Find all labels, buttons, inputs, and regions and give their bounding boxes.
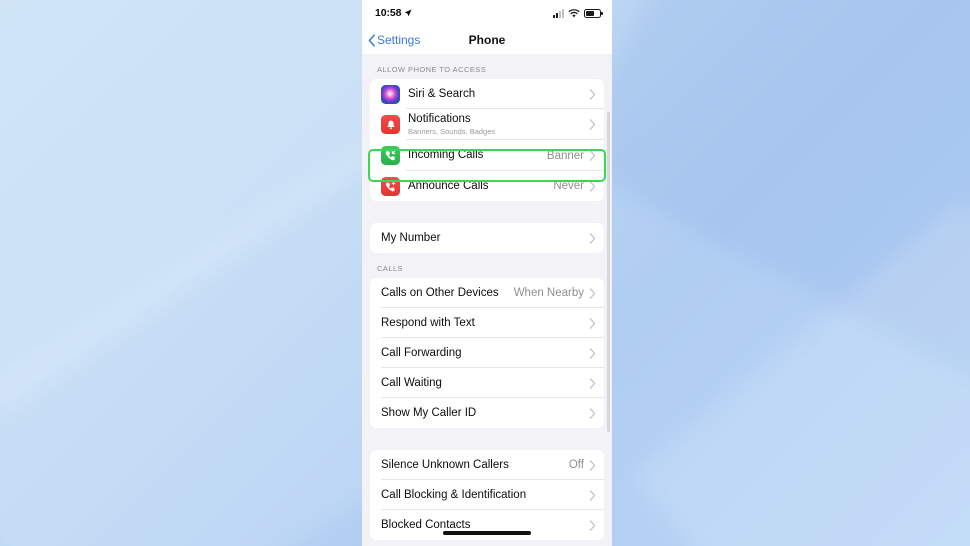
settings-row-blocked-contacts[interactable]: Blocked Contacts (370, 510, 604, 540)
settings-group-my-number: My Number (370, 223, 604, 253)
scrollbar-thumb[interactable] (607, 112, 610, 432)
scrollbar-track[interactable] (607, 54, 611, 546)
settings-row-call-blocking-and-identification[interactable]: Call Blocking & Identification (370, 480, 604, 510)
chevron-left-icon (368, 33, 375, 47)
chevron-right-icon (589, 119, 596, 130)
settings-row-value: Never (553, 180, 584, 192)
location-arrow-icon (404, 9, 412, 17)
settings-group-allow-access: Siri & Search Notifications Banners, Sou… (370, 79, 604, 201)
section-header-calls: CALLS (377, 264, 404, 273)
siri-icon (381, 84, 400, 104)
settings-row-label: Silence Unknown Callers (381, 458, 509, 471)
settings-row-label: Notifications Banners, Sounds, Badges (408, 112, 589, 136)
settings-row-label: Siri & Search (408, 87, 476, 100)
phone-screen-panel: 10:58 Settings Phone ALLOW PHONE TO ACCE… (362, 0, 612, 546)
status-bar-right (553, 8, 603, 18)
chevron-right-icon (589, 317, 596, 329)
chevron-right-icon (589, 232, 596, 244)
status-bar: 10:58 (362, 0, 612, 26)
navigation-bar: Settings Phone (362, 26, 612, 54)
settings-row-calls-on-other-devices[interactable]: Calls on Other Devices When Nearby (370, 278, 604, 308)
wifi-icon (568, 8, 580, 17)
chevron-right-icon (589, 489, 596, 501)
settings-row-silence-unknown-callers[interactable]: Silence Unknown Callers Off (370, 450, 604, 480)
chevron-right-icon (589, 88, 596, 100)
notifications-bell-icon (381, 115, 400, 134)
incoming-call-icon (381, 146, 400, 165)
settings-row-label: Calls on Other Devices (381, 286, 499, 299)
settings-row-respond-with-text[interactable]: Respond with Text (370, 308, 604, 338)
settings-group-blocking: Silence Unknown Callers Off Call Blockin… (370, 450, 604, 540)
chevron-right-icon (589, 180, 596, 192)
chevron-right-icon (589, 347, 596, 359)
chevron-right-icon (589, 459, 596, 471)
section-header-allow-phone-to-access: ALLOW PHONE TO ACCESS (377, 65, 487, 74)
settings-row-incoming-calls[interactable]: Incoming Calls Banner (370, 140, 604, 171)
settings-row-label: Show My Caller ID (381, 406, 477, 419)
settings-row-title: Notifications (408, 113, 471, 126)
settings-row-value: Banner (546, 149, 584, 162)
settings-group-calls: Calls on Other Devices When Nearby Respo… (370, 278, 604, 428)
chevron-right-icon (589, 407, 596, 419)
settings-row-label: Call Forwarding (381, 346, 462, 359)
settings-row-value: When Nearby (513, 287, 584, 299)
chevron-right-icon (589, 519, 596, 531)
settings-row-label: My Number (381, 231, 441, 244)
settings-row-show-my-caller-id[interactable]: Show My Caller ID (370, 398, 604, 428)
chevron-right-icon (589, 377, 596, 389)
back-button-label: Settings (377, 33, 421, 47)
settings-row-label: Call Blocking & Identification (381, 488, 527, 501)
status-bar-left: 10:58 (375, 7, 412, 19)
announce-calls-icon (381, 176, 400, 196)
settings-row-value: Off (568, 459, 584, 471)
settings-scroll-area[interactable]: ALLOW PHONE TO ACCESS Siri & Search Noti… (362, 54, 612, 546)
settings-row-label: Call Waiting (381, 376, 442, 389)
settings-row-label: Respond with Text (381, 316, 475, 329)
settings-row-label: Incoming Calls (408, 149, 484, 162)
back-to-settings-button[interactable]: Settings (368, 33, 420, 47)
settings-row-siri-and-search[interactable]: Siri & Search (370, 79, 604, 109)
home-indicator (443, 531, 531, 535)
clock-label: 10:58 (375, 7, 402, 19)
settings-row-subtitle: Banners, Sounds, Badges (408, 127, 496, 137)
settings-row-label: Announce Calls (408, 179, 489, 192)
chevron-right-icon (589, 287, 596, 299)
cellular-bars-icon (553, 8, 564, 18)
settings-row-announce-calls[interactable]: Announce Calls Never (370, 171, 604, 201)
settings-row-call-forwarding[interactable]: Call Forwarding (370, 338, 604, 368)
settings-row-call-waiting[interactable]: Call Waiting (370, 368, 604, 398)
settings-row-notifications[interactable]: Notifications Banners, Sounds, Badges (370, 109, 604, 140)
settings-row-my-number[interactable]: My Number (370, 223, 604, 253)
chevron-right-icon (589, 150, 596, 161)
battery-icon (584, 8, 603, 18)
